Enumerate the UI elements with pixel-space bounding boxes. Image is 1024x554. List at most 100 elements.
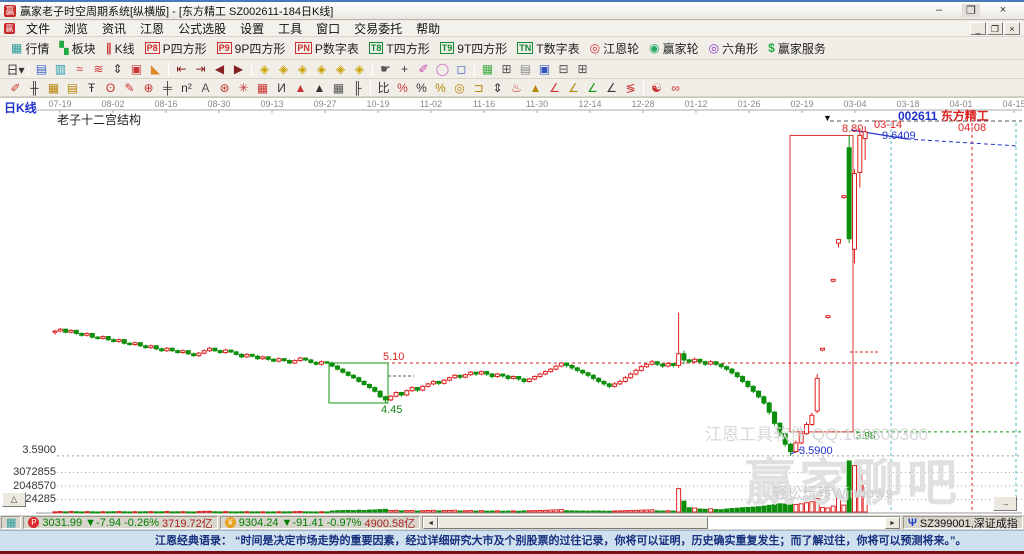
matrix-box-tool[interactable]: ▦ bbox=[253, 79, 272, 96]
scrollbar-thumb[interactable] bbox=[438, 517, 708, 529]
wave-infinity-tool[interactable]: ∞ bbox=[666, 79, 685, 96]
restore-button[interactable]: ❐ bbox=[962, 4, 980, 17]
taiji-tool[interactable]: ☯ bbox=[647, 79, 666, 96]
candlestick-chart[interactable]: 07-1908-0208-1608-3009-1309-2710-1911-02… bbox=[0, 98, 1024, 515]
period-label[interactable]: 日K线 bbox=[4, 102, 37, 115]
circle-cross-tool[interactable]: ⊕ bbox=[139, 79, 158, 96]
tool-sectors-button[interactable]: ▚板块 bbox=[54, 38, 100, 59]
printer-icon[interactable]: ⊟ bbox=[554, 61, 573, 78]
diamond-tool-4[interactable]: ◈ bbox=[312, 61, 331, 78]
ellipse-tool[interactable]: ◯ bbox=[433, 61, 452, 78]
angle-line-red-tool[interactable]: ∠ bbox=[545, 79, 564, 96]
golden-box-tool[interactable]: ⊐ bbox=[469, 79, 488, 96]
scale-toggle-icon[interactable]: ⇕ bbox=[108, 61, 127, 78]
percent-tool[interactable]: % bbox=[412, 79, 431, 96]
sz-index-cell[interactable]: ¥ 9304.24 ▼-91.41 -0.97% 4900.58亿 bbox=[220, 516, 420, 529]
save-icon[interactable]: ▣ bbox=[535, 61, 554, 78]
memo-icon[interactable]: ▤ bbox=[516, 61, 535, 78]
angle-pen-tool[interactable]: ✎ bbox=[120, 79, 139, 96]
slope-lines-tool[interactable]: ≶ bbox=[621, 79, 640, 96]
menu-浏览[interactable]: 浏览 bbox=[57, 22, 95, 36]
minimize-button[interactable]: – bbox=[930, 4, 948, 17]
menu-公式选股[interactable]: 公式选股 bbox=[171, 22, 233, 36]
prev-bar-button[interactable]: ◀ bbox=[210, 61, 229, 78]
wave-mark-tool[interactable]: И bbox=[272, 79, 291, 96]
golden-section-tool[interactable]: ◎ bbox=[450, 79, 469, 96]
tool-winner-service-button[interactable]: $赢家服务 bbox=[763, 38, 831, 59]
chart-area[interactable]: 07-1908-0208-1608-3009-1309-2710-1911-02… bbox=[0, 97, 1024, 514]
crosshair-tool[interactable]: + bbox=[395, 61, 414, 78]
star-burst-tool[interactable]: ✳ bbox=[234, 79, 253, 96]
mdi-restore-button[interactable]: ❐ bbox=[987, 22, 1003, 35]
horizontal-scrollbar[interactable]: ◄ ► bbox=[422, 516, 901, 529]
print-preview-icon[interactable]: ⊞ bbox=[573, 61, 592, 78]
color-marker-icon[interactable]: ◣ bbox=[146, 61, 165, 78]
dark-tower-tool[interactable]: ▲ bbox=[310, 79, 329, 96]
calculator-icon[interactable]: ⊞ bbox=[497, 61, 516, 78]
mdi-minimize-button[interactable]: _ bbox=[970, 22, 986, 35]
n2-grid-tool[interactable]: n² bbox=[177, 79, 196, 96]
diamond-tool-3[interactable]: ◈ bbox=[293, 61, 312, 78]
first-bar-button[interactable]: ⇤ bbox=[172, 61, 191, 78]
menu-工具[interactable]: 工具 bbox=[271, 22, 309, 36]
calendar-icon[interactable]: ▦ bbox=[478, 61, 497, 78]
tool-winner-wheel-button[interactable]: ◉赢家轮 bbox=[644, 38, 704, 59]
scroll-reset-button[interactable]: → bbox=[993, 496, 1017, 511]
rail-line-tool[interactable]: ╫ bbox=[25, 79, 44, 96]
updown-flag-tool[interactable]: ⇕ bbox=[488, 79, 507, 96]
menu-帮助[interactable]: 帮助 bbox=[409, 22, 447, 36]
kettle-tool[interactable]: ♨ bbox=[507, 79, 526, 96]
percent-slash-tool[interactable]: % bbox=[393, 79, 412, 96]
tool-t-table-button[interactable]: TNT数字表 bbox=[512, 38, 584, 59]
tool-9t-square-button[interactable]: T99T四方形 bbox=[435, 38, 513, 59]
quote-doc-icon[interactable]: ▥ bbox=[51, 61, 70, 78]
width-marks-tool[interactable]: ╟ bbox=[348, 79, 367, 96]
tool-gann-wheel-button[interactable]: ◎江恩轮 bbox=[585, 38, 645, 59]
scroll-left-arrow[interactable]: ◄ bbox=[423, 517, 438, 529]
angle-line-dark-tool[interactable]: ∠ bbox=[602, 79, 621, 96]
menu-江恩[interactable]: 江恩 bbox=[133, 22, 171, 36]
grid-window-tool[interactable]: ▦ bbox=[329, 79, 348, 96]
zigzag-small-icon[interactable]: ≈ bbox=[70, 61, 89, 78]
menu-交易委托[interactable]: 交易委托 bbox=[347, 22, 409, 36]
gann-grid-gold-tool[interactable]: ▦ bbox=[44, 79, 63, 96]
note-tool[interactable]: ◻ bbox=[452, 61, 471, 78]
statusbar-grid-icon-cell[interactable]: ▦ bbox=[1, 516, 21, 529]
menu-文件[interactable]: 文件 bbox=[19, 22, 57, 36]
mdi-close-button[interactable]: × bbox=[1004, 22, 1020, 35]
expand-pane-button[interactable]: △ bbox=[2, 492, 26, 507]
menu-设置[interactable]: 设置 bbox=[233, 22, 271, 36]
chart-window-icon[interactable]: ▤ bbox=[32, 61, 51, 78]
tool-t-square-button[interactable]: T8T四方形 bbox=[364, 38, 435, 59]
zigzag-large-icon[interactable]: ≋ bbox=[89, 61, 108, 78]
quotes-grid-icon[interactable]: ▦ bbox=[6, 516, 16, 529]
tool-quotes-button[interactable]: ▦行情 bbox=[6, 38, 54, 59]
diamond-tool-5[interactable]: ◈ bbox=[331, 61, 350, 78]
measure-tool[interactable]: ✐ bbox=[414, 61, 433, 78]
menu-资讯[interactable]: 资讯 bbox=[95, 22, 133, 36]
ratio-table-tool[interactable]: 比 bbox=[374, 79, 393, 96]
tool-hexagon-button[interactable]: ◎六角形 bbox=[704, 38, 764, 59]
spiral-tool[interactable]: ʘ bbox=[101, 79, 120, 96]
close-button[interactable]: × bbox=[994, 4, 1012, 17]
diamond-tool-2[interactable]: ◈ bbox=[274, 61, 293, 78]
diamond-tool-1[interactable]: ◈ bbox=[255, 61, 274, 78]
gann-circle-tool[interactable]: ⊛ bbox=[215, 79, 234, 96]
gann-grid-tool[interactable]: ▤ bbox=[63, 79, 82, 96]
hand-tool[interactable]: ☛ bbox=[376, 61, 395, 78]
menu-窗口[interactable]: 窗口 bbox=[309, 22, 347, 36]
diamond-tool-6[interactable]: ◈ bbox=[350, 61, 369, 78]
last-bar-button[interactable]: ⇥ bbox=[191, 61, 210, 78]
percent-lines-tool[interactable]: % bbox=[431, 79, 450, 96]
period-day-selector[interactable]: 日▾ bbox=[6, 61, 25, 78]
sh-index-cell[interactable]: P 3031.99 ▼-7.94 -0.26% 3719.72亿 bbox=[23, 516, 217, 529]
brush-tool[interactable]: ✐ bbox=[6, 79, 25, 96]
active-index-cell[interactable]: Ψ SZ399001,深证成指 bbox=[903, 516, 1023, 529]
tool-p-table-button[interactable]: PNP数字表 bbox=[290, 38, 364, 59]
price-frame-tool[interactable]: Ŧ bbox=[82, 79, 101, 96]
tool-p-square-button[interactable]: P8P四方形 bbox=[140, 38, 212, 59]
a-slash-tool[interactable]: A bbox=[196, 79, 215, 96]
gold-tower-tool[interactable]: ▲ bbox=[526, 79, 545, 96]
next-bar-button[interactable]: ▶ bbox=[229, 61, 248, 78]
kline-style-icon[interactable]: ▣ bbox=[127, 61, 146, 78]
